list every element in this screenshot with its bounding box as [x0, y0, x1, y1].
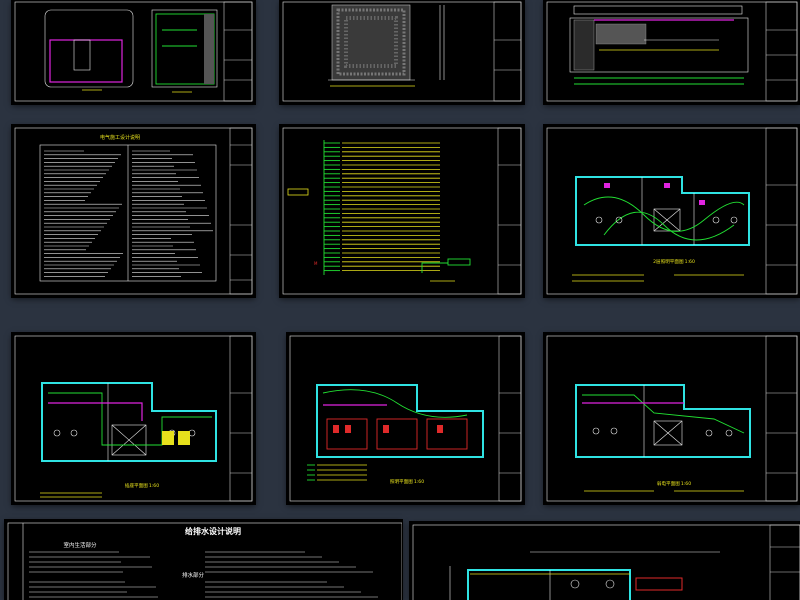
- plan-scale: 1:60: [685, 259, 695, 265]
- sheet-drawing: [282, 1, 522, 102]
- sheet-wall-texture[interactable]: [280, 0, 524, 104]
- sheet-drawing: 插座平面图1:60: [14, 335, 253, 502]
- panel-mark: M: [314, 261, 318, 266]
- svg-text:2层照明平面图1:60: 2层照明平面图1:60: [653, 259, 695, 265]
- plan-caption: 弱电平面图: [657, 480, 680, 487]
- sheet-drawing: M: [282, 127, 522, 295]
- sheet-drawing: 2层照明平面图1:60: [546, 127, 798, 295]
- sheet-drawing: [412, 524, 800, 600]
- wall-outline: [575, 176, 750, 246]
- sheet-lighting-plan[interactable]: 照明平面图1:60: [287, 333, 524, 504]
- water-notes-title: 给排水设计说明: [185, 526, 241, 536]
- plan-scale: 1:60: [149, 483, 159, 489]
- plan-caption: 插座平面图: [125, 482, 148, 489]
- svg-text:照明平面图1:60: 照明平面图1:60: [390, 479, 424, 485]
- svg-text:插座平面图1:60: 插座平面图1:60: [125, 482, 159, 489]
- plan-scale: 1:60: [681, 481, 691, 487]
- notes-title: 电气施工设计说明: [100, 134, 140, 141]
- plan-caption: 2层照明平面图: [653, 259, 684, 265]
- sheet-water-notes[interactable]: 给排水设计说明 室内生活部分 排水部分: [5, 520, 402, 600]
- sheet-lighting-plan-2f[interactable]: 2层照明平面图1:60: [544, 125, 800, 297]
- plan-caption: 照明平面图: [390, 479, 413, 485]
- water-notes-section-2: 排水部分: [182, 571, 205, 579]
- sheet-drawing: 照明平面图1:60: [289, 335, 522, 502]
- sheet-detail-elevation[interactable]: [12, 0, 255, 104]
- sheet-drawing: [14, 1, 253, 102]
- sheet-cabinet-elevation[interactable]: [544, 0, 800, 104]
- sheet-distribution-diagram[interactable]: M: [280, 125, 524, 297]
- sheet-low-voltage-plan[interactable]: 弱电平面图1:60: [544, 333, 800, 504]
- water-notes-subtitle: 室内生活部分: [63, 541, 97, 549]
- sheet-drawing: [546, 1, 798, 102]
- sheet-water-plan[interactable]: [410, 522, 800, 600]
- sheet-drawing: 弱电平面图1:60: [546, 335, 798, 502]
- wall-outline: [316, 384, 484, 458]
- sheet-drawing: 给排水设计说明 室内生活部分 排水部分: [7, 522, 402, 600]
- wall-outline: [41, 382, 217, 462]
- svg-text:弱电平面图1:60: 弱电平面图1:60: [657, 480, 691, 487]
- sheet-socket-plan[interactable]: 插座平面图1:60: [12, 333, 255, 504]
- sheet-drawing: 电气施工设计说明: [14, 127, 253, 295]
- sheet-electrical-notes[interactable]: 电气施工设计说明: [12, 125, 255, 297]
- plan-scale: 1:60: [414, 479, 424, 485]
